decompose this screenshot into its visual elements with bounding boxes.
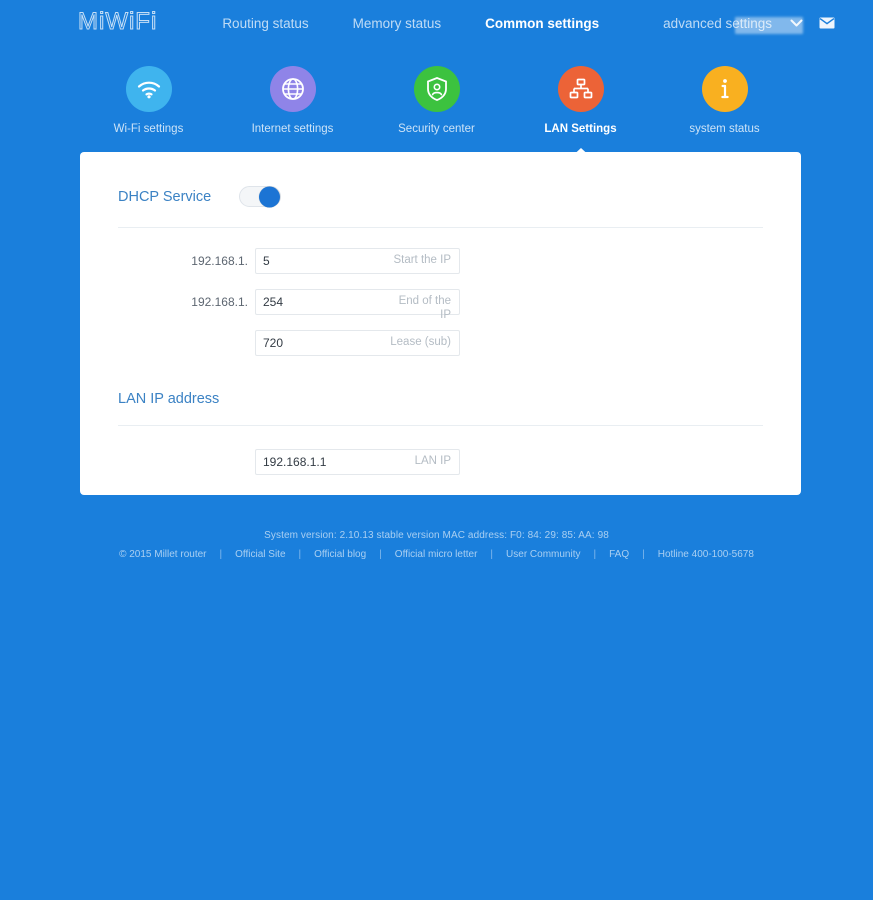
system-version-info: System version: 2.10.13 stable version M… [0, 530, 873, 541]
globe-icon [270, 66, 316, 112]
nav-item-memory-status[interactable]: Memory status [331, 16, 464, 31]
field-row-end-ip: 192.168.1. End of the IP [118, 289, 801, 315]
footer-separator: | [366, 549, 395, 560]
icon-tab-bar: Wi-Fi settings Internet settings [0, 66, 873, 135]
lease-input[interactable] [263, 331, 373, 355]
footer-hotline: Hotline 400-100-5678 [658, 549, 754, 560]
icon-tab-label: LAN Settings [509, 123, 653, 135]
footer-link-faq[interactable]: FAQ [609, 549, 629, 560]
end-ip-prefix: 192.168.1. [118, 289, 255, 315]
mail-icon[interactable] [819, 17, 835, 29]
icon-tab-internet-settings[interactable]: Internet settings [221, 66, 365, 135]
lan-ip-unit-label: LAN IP [389, 454, 451, 468]
page-footer: System version: 2.10.13 stable version M… [0, 530, 873, 560]
icon-tab-wifi-settings[interactable]: Wi-Fi settings [77, 66, 221, 135]
footer-links: © 2015 Millet router | Official Site | O… [0, 549, 873, 560]
start-ip-input[interactable] [263, 249, 373, 273]
network-icon [558, 66, 604, 112]
start-ip-prefix: 192.168.1. [118, 248, 255, 274]
nav-item-common-settings[interactable]: Common settings [463, 16, 621, 31]
footer-copyright: © 2015 Millet router [119, 549, 206, 560]
lan-ip-prefix-spacer: . [118, 449, 255, 475]
main-nav-links: Routing status Memory status Common sett… [200, 16, 621, 31]
lan-ip-input[interactable] [263, 450, 373, 474]
footer-link-official-micro-letter[interactable]: Official micro letter [395, 549, 478, 560]
icon-tab-system-status[interactable]: system status [653, 66, 797, 135]
dhcp-section-header: DHCP Service [80, 152, 801, 207]
lease-prefix-spacer: . [118, 330, 255, 356]
icon-tab-label: Wi-Fi settings [77, 123, 221, 135]
nav-item-routing-status[interactable]: Routing status [200, 16, 330, 31]
icon-tab-label: system status [653, 123, 797, 135]
advanced-settings-dropdown[interactable]: advanced settings [663, 16, 772, 31]
footer-link-official-blog[interactable]: Official blog [314, 549, 366, 560]
lan-ip-input-wrapper[interactable]: LAN IP [255, 449, 460, 475]
start-ip-unit-label: Start the IP [389, 253, 451, 267]
redaction-overlay [735, 17, 803, 34]
wifi-icon [126, 66, 172, 112]
field-row-lan-ip: . LAN IP [118, 449, 801, 475]
lease-input-wrapper[interactable]: Lease (sub) [255, 330, 460, 356]
lan-fields: . LAN IP [80, 426, 801, 475]
miwifi-logo[interactable]: MiWiFi [78, 10, 157, 36]
end-ip-input[interactable] [263, 290, 373, 314]
footer-link-official-site[interactable]: Official Site [235, 549, 285, 560]
field-row-start-ip: 192.168.1. Start the IP [118, 248, 801, 274]
icon-tab-security-center[interactable]: Security center [365, 66, 509, 135]
footer-separator: | [207, 549, 236, 560]
footer-separator: | [286, 549, 315, 560]
field-row-lease: . Lease (sub) [118, 330, 801, 356]
footer-separator: | [629, 549, 658, 560]
lan-ip-address-title: LAN IP address [118, 391, 801, 407]
top-navigation-bar: MiWiFi Routing status Memory status Comm… [0, 0, 873, 46]
footer-link-user-community[interactable]: User Community [506, 549, 580, 560]
end-ip-unit-label: End of the IP [389, 294, 451, 322]
footer-separator: | [581, 549, 610, 560]
icon-tab-lan-settings[interactable]: LAN Settings [509, 66, 653, 135]
lease-unit-label: Lease (sub) [389, 335, 451, 349]
end-ip-input-wrapper[interactable]: End of the IP [255, 289, 460, 315]
footer-separator: | [477, 549, 506, 560]
dhcp-service-title: DHCP Service [118, 189, 211, 205]
nav-right-group: advanced settings [663, 16, 835, 31]
start-ip-input-wrapper[interactable]: Start the IP [255, 248, 460, 274]
dhcp-service-toggle[interactable] [239, 186, 281, 207]
icon-tab-label: Security center [365, 123, 509, 135]
dhcp-fields: 192.168.1. Start the IP 192.168.1. End o… [80, 228, 801, 356]
page-root: MiWiFi Routing status Memory status Comm… [0, 0, 873, 900]
lan-section-header: LAN IP address [80, 371, 801, 407]
icon-tab-label: Internet settings [221, 123, 365, 135]
info-icon [702, 66, 748, 112]
shield-icon [414, 66, 460, 112]
toggle-knob [259, 186, 280, 207]
settings-card: DHCP Service 192.168.1. Start the IP 192… [80, 152, 801, 495]
